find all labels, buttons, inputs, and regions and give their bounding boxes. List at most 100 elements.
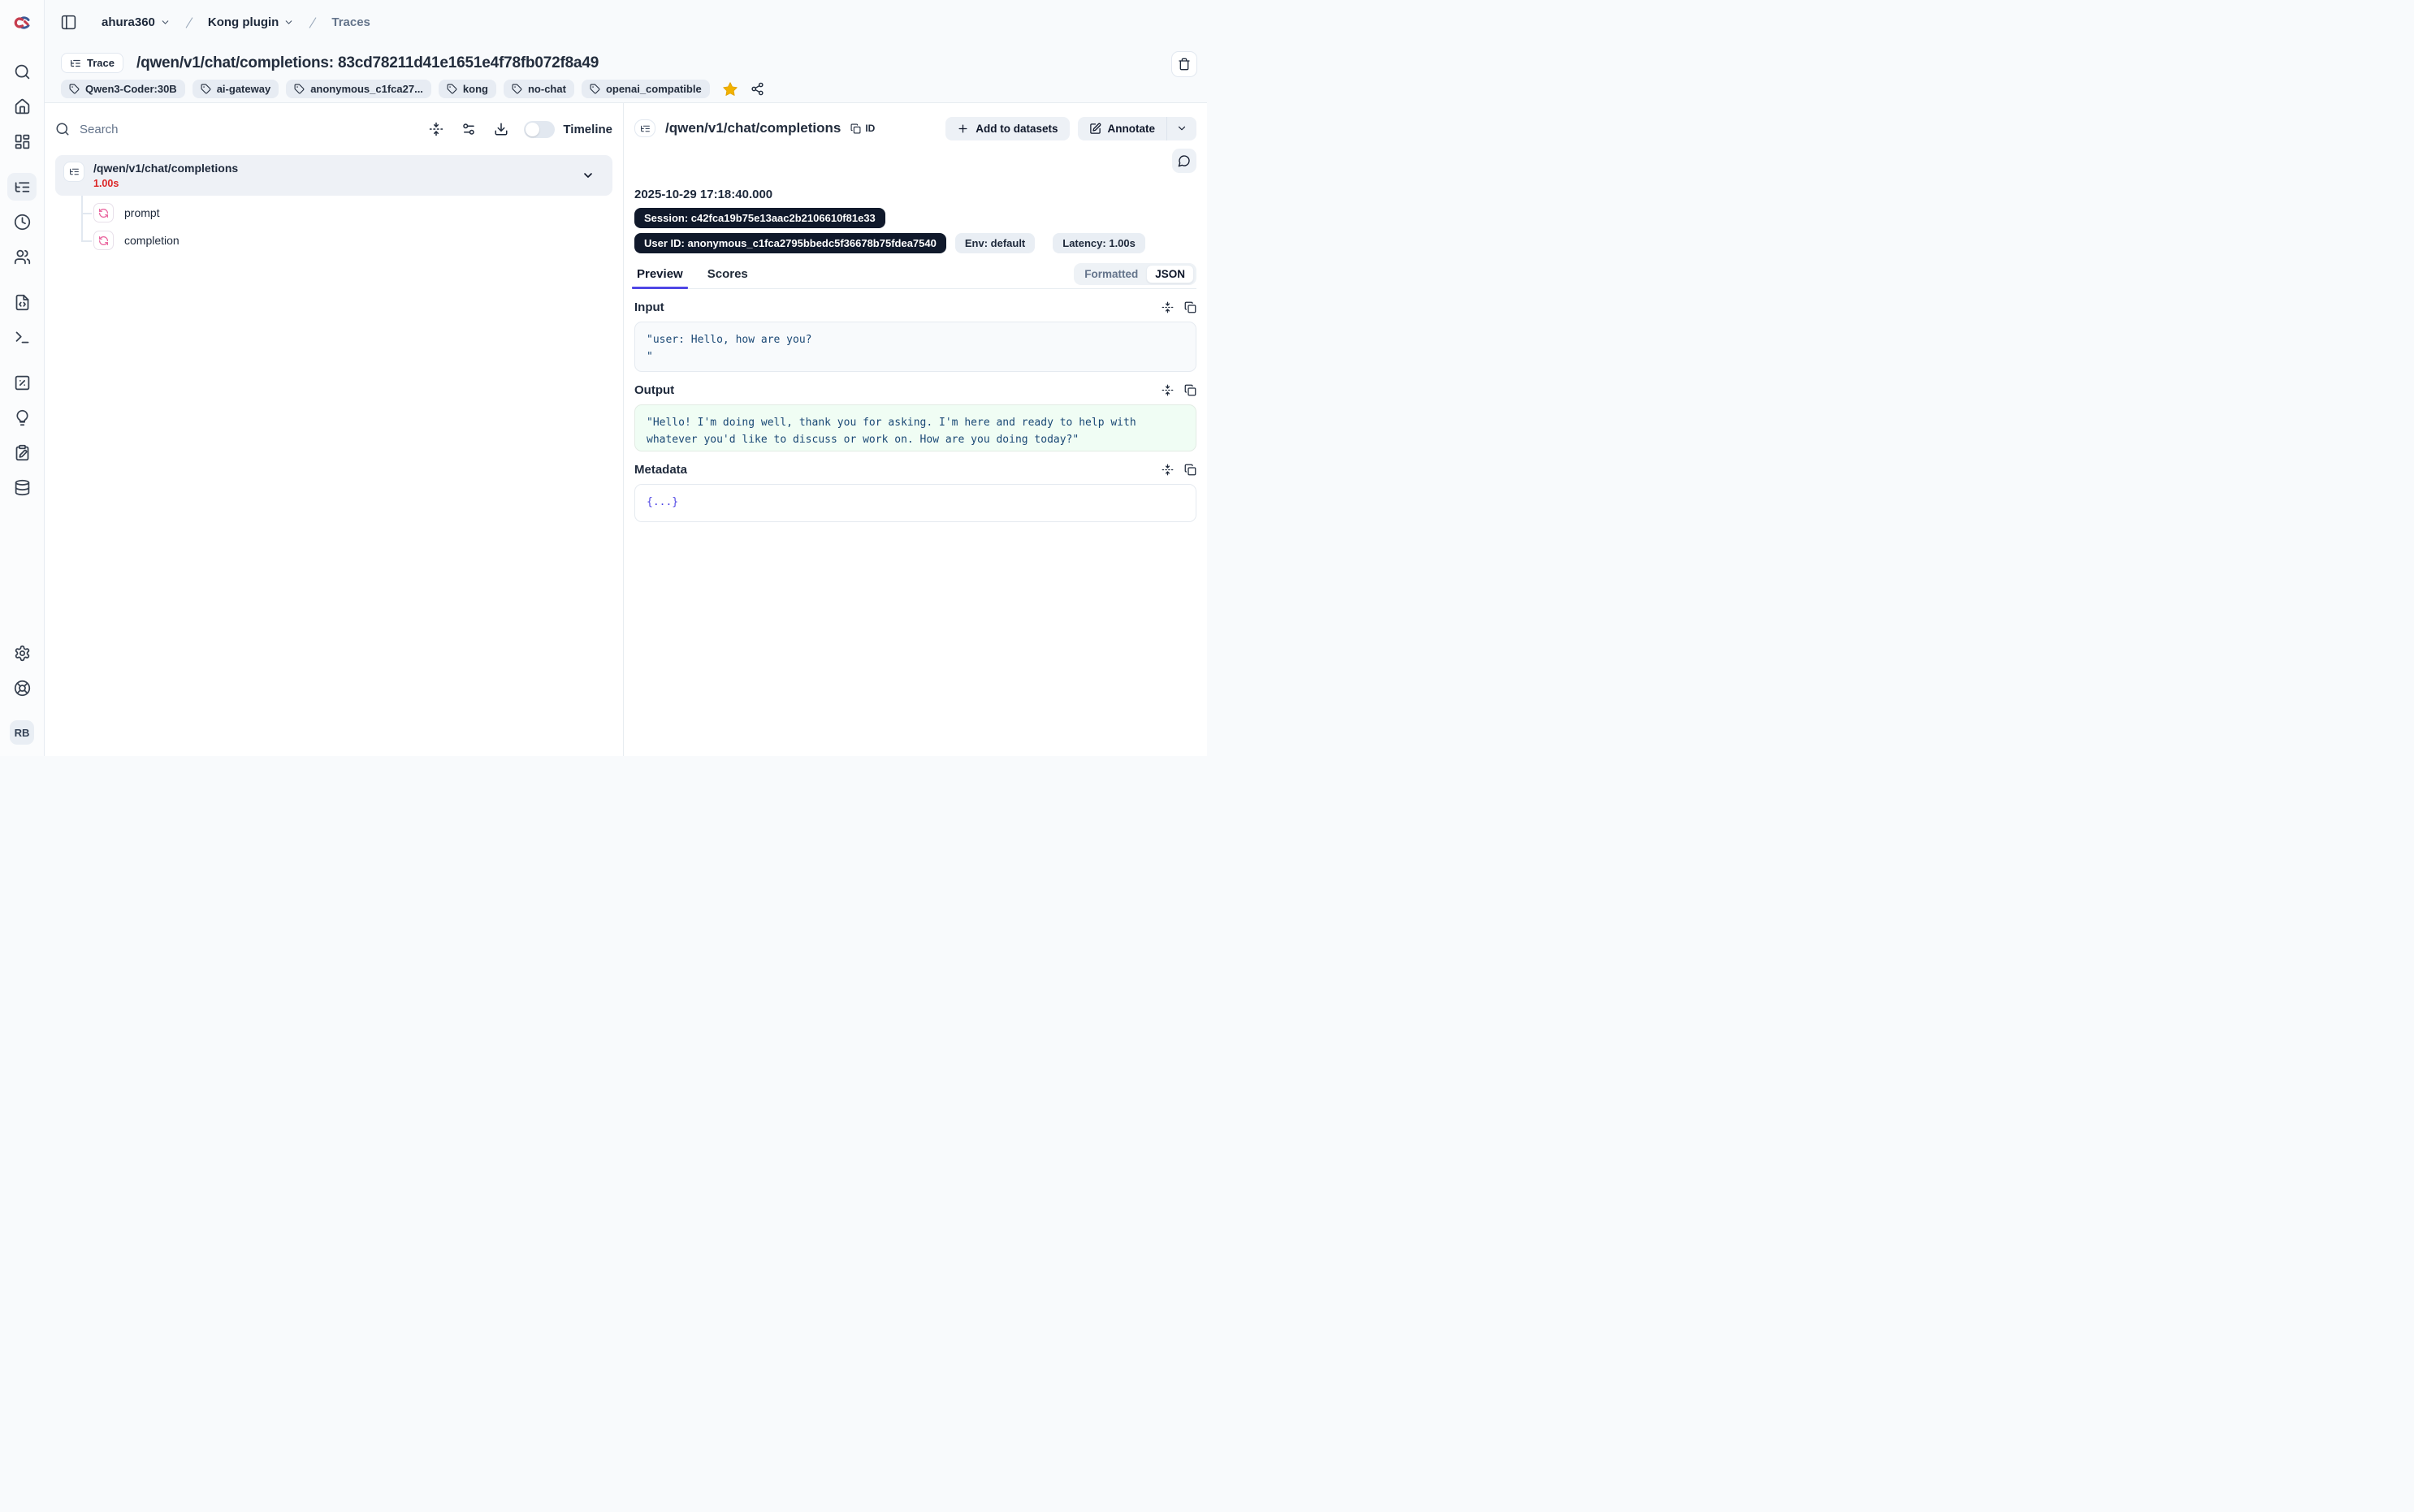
tags-row: Qwen3-Coder:30B ai-gateway anonymous_c1f…: [61, 80, 1207, 98]
copy-icon[interactable]: [1184, 384, 1196, 396]
format-option-json[interactable]: JSON: [1146, 265, 1194, 283]
sidebar-nav: [7, 58, 37, 508]
tag-icon: [512, 84, 522, 94]
observation-row-prompt[interactable]: prompt: [55, 199, 612, 227]
lightbulb-icon[interactable]: [7, 404, 37, 431]
list-tree-icon: [634, 119, 655, 137]
tracing-icon[interactable]: [7, 173, 37, 201]
search-icon: [55, 122, 70, 136]
tag-label: kong: [463, 83, 488, 95]
list-tree-icon: [63, 162, 84, 182]
search-input[interactable]: [80, 123, 258, 136]
pen-square-icon: [1089, 123, 1101, 135]
dashboards-icon[interactable]: [7, 127, 37, 155]
playground-icon[interactable]: [7, 323, 37, 351]
timeline-label: Timeline: [563, 123, 612, 136]
content: Timeline /qwen/v1/chat/completions 1.00s…: [45, 103, 1207, 756]
collapse-icon[interactable]: [1162, 384, 1174, 396]
copy-icon[interactable]: [1184, 301, 1196, 313]
breadcrumb-project[interactable]: ahura360: [102, 15, 171, 29]
delete-trace-button[interactable]: [1171, 51, 1197, 77]
download-icon[interactable]: [490, 118, 513, 140]
tab-preview[interactable]: Preview: [634, 267, 686, 288]
tag-pill[interactable]: ai-gateway: [193, 80, 279, 98]
tag-label: Qwen3-Coder:30B: [85, 83, 177, 95]
project-name: ahura360: [102, 15, 155, 29]
breadcrumb-section[interactable]: Kong plugin: [208, 15, 294, 29]
view-settings-icon[interactable]: [457, 118, 480, 140]
copy-icon: [850, 123, 861, 134]
trace-node-name: /qwen/v1/chat/completions: [93, 162, 238, 175]
share-icon[interactable]: [751, 82, 764, 96]
evaluations-icon[interactable]: [7, 369, 37, 396]
id-label: ID: [865, 123, 875, 134]
datasets-icon[interactable]: [7, 473, 37, 501]
collapse-icon[interactable]: [1162, 301, 1174, 313]
bookmark-star-icon[interactable]: [722, 81, 738, 97]
breadcrumb-page[interactable]: Traces: [331, 15, 370, 29]
chevron-down-icon[interactable]: [582, 169, 595, 182]
annotate-caret-icon[interactable]: [1167, 117, 1196, 140]
user-id-badge[interactable]: User ID: anonymous_c1fca2795bbedc5f36678…: [634, 233, 946, 253]
plus-icon: [957, 123, 969, 135]
tag-pill[interactable]: anonymous_c1fca27...: [286, 80, 431, 98]
input-section-title: Input: [634, 300, 664, 314]
format-option-formatted[interactable]: Formatted: [1076, 266, 1146, 283]
collapse-icon[interactable]: [1162, 464, 1174, 476]
trace-title: /qwen/v1/chat/completions: 83cd78211d41e…: [136, 54, 599, 72]
tag-label: openai_compatible: [606, 83, 702, 95]
observation-row-completion[interactable]: completion: [55, 227, 612, 254]
trash-icon: [1178, 58, 1191, 71]
prompts-icon[interactable]: [7, 288, 37, 316]
sidebar: RB: [0, 0, 45, 756]
breadcrumb: ahura360 Kong plugin Traces: [102, 15, 370, 30]
search-box: [55, 122, 415, 136]
copy-icon[interactable]: [1184, 464, 1196, 476]
format-toggle: Formatted JSON: [1074, 263, 1196, 285]
tab-scores[interactable]: Scores: [705, 267, 751, 288]
observation-name: prompt: [124, 206, 160, 219]
input-content[interactable]: "user: Hello, how are you? ": [634, 322, 1196, 372]
home-icon[interactable]: [7, 93, 37, 120]
users-icon[interactable]: [7, 243, 37, 270]
trace-header: Trace /qwen/v1/chat/completions: 83cd782…: [45, 45, 1207, 103]
comment-bubble-icon: [1178, 154, 1191, 167]
tag-pill[interactable]: kong: [439, 80, 496, 98]
input-line: ": [647, 348, 1184, 365]
copy-id-button[interactable]: ID: [850, 123, 875, 134]
trace-timestamp: 2025-10-29 17:18:40.000: [634, 188, 1196, 201]
comments-button[interactable]: [1172, 149, 1196, 173]
user-avatar[interactable]: RB: [10, 720, 34, 745]
session-badge[interactable]: Session: c42fca19b75e13aac2b2106610f81e3…: [634, 208, 885, 228]
app-root: RB ahura360 Kong plugin Traces Trace: [0, 0, 1207, 756]
tag-pill[interactable]: no-chat: [504, 80, 574, 98]
search-nav-icon[interactable]: [7, 58, 37, 85]
support-lifebuoy-icon[interactable]: [7, 674, 37, 702]
input-line: "user: Hello, how are you?: [647, 331, 1184, 348]
tag-icon: [201, 84, 211, 94]
sessions-icon[interactable]: [7, 208, 37, 235]
detail-tabs: Preview Scores Formatted JSON: [634, 263, 1196, 289]
add-to-datasets-button[interactable]: Add to datasets: [945, 117, 1069, 140]
trace-tree-root-row[interactable]: /qwen/v1/chat/completions 1.00s: [55, 155, 612, 196]
tag-pill[interactable]: Qwen3-Coder:30B: [61, 80, 185, 98]
breadcrumb-slash: [182, 15, 197, 30]
tag-icon: [590, 84, 600, 94]
annotation-queues-icon[interactable]: [7, 438, 37, 466]
breadcrumb-slash: [305, 15, 320, 30]
org-logo[interactable]: [0, 0, 44, 45]
metadata-content[interactable]: {...}: [634, 484, 1196, 522]
annotate-button[interactable]: Annotate: [1078, 117, 1167, 140]
trace-tree-panel: Timeline /qwen/v1/chat/completions 1.00s…: [45, 103, 624, 756]
settings-gear-icon[interactable]: [7, 639, 37, 667]
output-content[interactable]: "Hello! I'm doing well, thank you for as…: [634, 404, 1196, 451]
latency-badge: Latency: 1.00s: [1053, 233, 1145, 253]
event-icon: [93, 203, 114, 222]
topbar: ahura360 Kong plugin Traces: [45, 0, 1207, 45]
tag-label: anonymous_c1fca27...: [310, 83, 423, 95]
sidebar-toggle-icon[interactable]: [56, 11, 80, 35]
collapse-all-icon[interactable]: [425, 118, 448, 140]
timeline-toggle[interactable]: [524, 121, 555, 138]
tag-label: ai-gateway: [217, 83, 270, 95]
tag-pill[interactable]: openai_compatible: [582, 80, 710, 98]
